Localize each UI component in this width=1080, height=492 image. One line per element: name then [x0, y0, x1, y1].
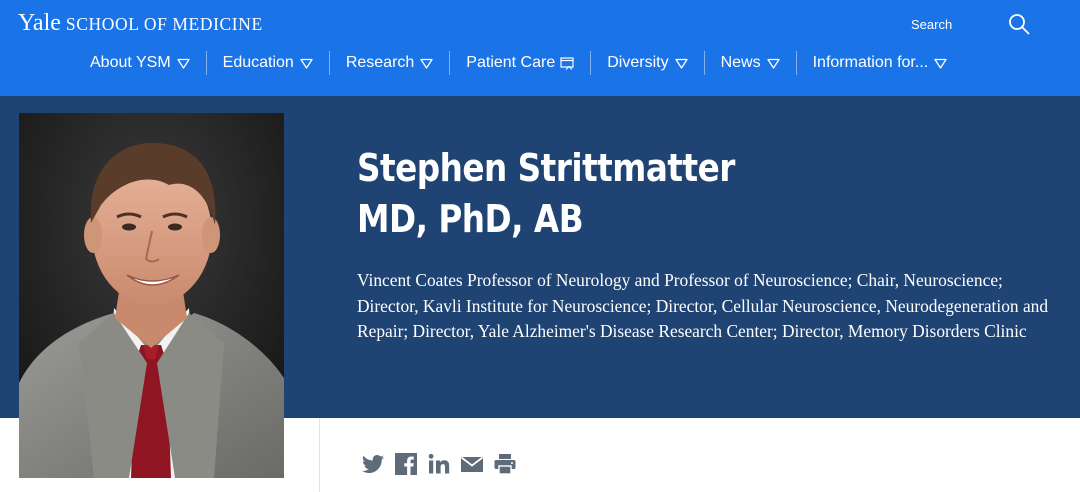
search-label[interactable]: Search [911, 17, 952, 32]
linkedin-icon[interactable] [427, 452, 451, 476]
print-icon[interactable] [493, 452, 517, 476]
column-divider [319, 418, 320, 492]
nav-label: About YSM [90, 54, 171, 71]
logo-school-text: SCHOOL OF MEDICINE [65, 14, 263, 34]
nav-label: Information for... [812, 54, 929, 71]
nav-item-news[interactable]: News [705, 48, 796, 78]
nav-label: Patient Care [466, 54, 556, 71]
nav-item-diversity[interactable]: Diversity [591, 48, 703, 78]
site-header: Yale SCHOOL OF MEDICINE Search About YSM … [0, 0, 1080, 96]
profile-photo [19, 113, 284, 478]
nav-label: Diversity [607, 54, 669, 71]
twitter-icon[interactable] [361, 452, 385, 476]
profile-degrees: MD, PhD, AB [357, 197, 584, 241]
search-icon[interactable] [1008, 13, 1030, 35]
profile-name: Stephen Strittmatter MD, PhD, AB [357, 143, 735, 245]
facebook-icon[interactable] [394, 452, 418, 476]
caret-down-icon [766, 58, 780, 69]
nav-item-information-for[interactable]: Information for... [797, 48, 964, 78]
caret-down-icon [300, 58, 313, 69]
caret-down-icon [934, 58, 947, 69]
nav-label: Education [222, 54, 294, 71]
nav-label: Research [345, 54, 415, 71]
nav-item-research[interactable]: Research [330, 48, 449, 78]
share-bar [361, 452, 526, 476]
nav-item-education[interactable]: Education [207, 48, 329, 78]
nav-label: News [720, 54, 761, 71]
nav-item-patient-care[interactable]: Patient Care [450, 48, 590, 78]
profile-name-line: Stephen Strittmatter [357, 146, 735, 190]
yale-logo[interactable]: Yale SCHOOL OF MEDICINE [18, 10, 263, 37]
logo-yale-text: Yale [18, 10, 61, 36]
caret-down-icon [176, 58, 190, 69]
caret-down-icon [420, 58, 433, 69]
email-icon[interactable] [460, 452, 484, 476]
main-nav: About YSM Education Research Patient Car… [74, 48, 963, 78]
caret-down-icon [674, 58, 688, 69]
profile-titles: Vincent Coates Professor of Neurology an… [357, 270, 1049, 341]
portrait-illustration [19, 113, 284, 478]
external-link-icon [560, 56, 574, 70]
nav-item-about-ysm[interactable]: About YSM [74, 48, 206, 78]
